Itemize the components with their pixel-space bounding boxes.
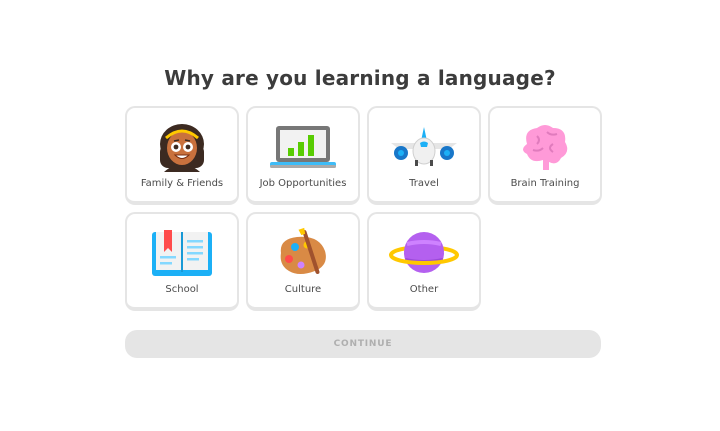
planet-icon <box>369 224 479 282</box>
option-family-friends[interactable]: Family & Friends <box>125 106 239 205</box>
option-school[interactable]: School <box>125 212 239 311</box>
brain-icon <box>490 118 600 176</box>
option-label: Other <box>409 284 439 295</box>
option-other[interactable]: Other <box>367 212 481 311</box>
option-label: Travel <box>409 178 439 189</box>
option-label: Culture <box>284 284 322 295</box>
airplane-icon <box>369 118 479 176</box>
paint-palette-icon <box>248 224 358 282</box>
option-travel[interactable]: Travel <box>367 106 481 205</box>
option-job-opportunities[interactable]: Job Opportunities <box>246 106 360 205</box>
laptop-chart-icon <box>248 118 358 176</box>
family-friends-icon <box>127 118 237 176</box>
option-label: Job Opportunities <box>259 178 347 189</box>
options-grid: Family & Friends Job Opportunities Trave… <box>125 106 602 311</box>
option-label: Brain Training <box>510 178 580 189</box>
option-brain-training[interactable]: Brain Training <box>488 106 602 205</box>
option-label: School <box>165 284 199 295</box>
book-icon <box>127 224 237 282</box>
page-title: Why are you learning a language? <box>164 66 556 90</box>
option-label: Family & Friends <box>140 178 224 189</box>
option-culture[interactable]: Culture <box>246 212 360 311</box>
continue-button[interactable]: CONTINUE <box>125 330 601 358</box>
